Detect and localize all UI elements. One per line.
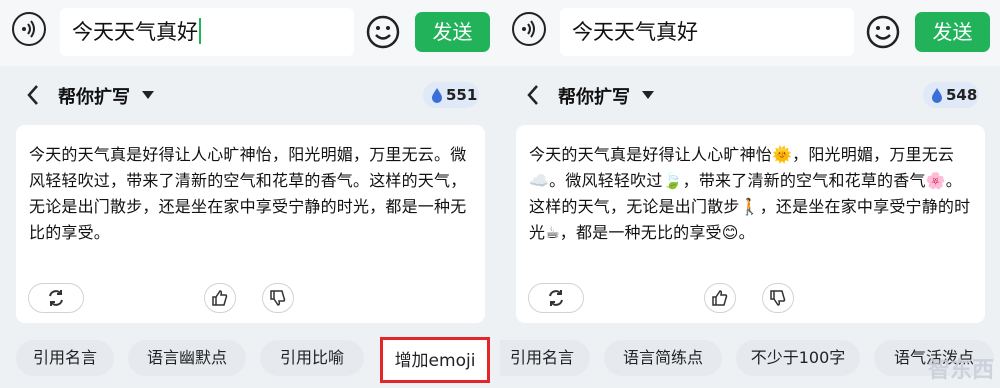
chip-humor[interactable]: 语言幽默点	[128, 340, 246, 376]
voice-icon	[22, 20, 35, 38]
drop-icon	[432, 88, 442, 103]
chip-metaphor[interactable]: 引用比喻	[260, 340, 364, 376]
thumbs-down-icon	[770, 290, 786, 306]
dislike-button[interactable]	[262, 283, 294, 313]
chip-quote[interactable]: 引用名言	[500, 340, 590, 376]
chip-add-emoji-highlighted[interactable]: 增加emoji	[380, 337, 490, 383]
result-text: 今天的天气真是好得让人心旷神怡，阳光明媚，万里无云。微风轻轻吹过，带来了清新的空…	[29, 145, 467, 242]
thumbs-up-icon	[212, 290, 228, 306]
result-text: 今天的天气真是好得让人心旷神怡🌞，阳光明媚，万里无云☁️。微风轻轻吹过🍃，带来了…	[529, 145, 971, 242]
voice-icon	[522, 20, 535, 38]
like-button[interactable]	[704, 283, 736, 313]
credit-count: 548	[946, 86, 978, 104]
back-chevron-icon[interactable]	[26, 84, 40, 106]
panel-title: 帮你扩写	[58, 87, 130, 108]
top-bar: 今天天气真好 发送	[0, 0, 500, 66]
panel-header: 帮你扩写 551	[0, 66, 500, 124]
credit-badge: 548	[923, 82, 979, 108]
smiley-icon[interactable]	[366, 15, 400, 49]
result-card: 今天的天气真是好得让人心旷神怡🌞，阳光明媚，万里无云☁️。微风轻轻吹过🍃，带来了…	[516, 125, 985, 323]
top-bar: 今天天气真好 发送	[500, 0, 1000, 66]
message-input[interactable]: 今天天气真好	[560, 8, 854, 56]
chip-concise[interactable]: 语言简练点	[604, 340, 722, 376]
thumbs-up-icon	[712, 290, 728, 306]
screen: 今天天气真好 发送 帮你扩写 551 今天的天气真是好得让人心旷神怡，阳光明媚，…	[0, 0, 1000, 388]
panel-header: 帮你扩写 548	[500, 66, 1000, 124]
chip-quote[interactable]: 引用名言	[16, 340, 114, 376]
text-caret	[199, 18, 201, 44]
dislike-button[interactable]	[762, 283, 794, 313]
voice-button[interactable]	[512, 12, 546, 46]
regenerate-button[interactable]	[28, 283, 84, 313]
input-text: 今天天气真好	[72, 20, 198, 44]
dropdown-caret-icon[interactable]	[642, 91, 654, 99]
panel-title: 帮你扩写	[558, 87, 630, 108]
back-chevron-icon[interactable]	[526, 84, 540, 106]
like-button[interactable]	[204, 283, 236, 313]
watermark: 智东西	[927, 358, 994, 383]
input-text: 今天天气真好	[572, 20, 698, 44]
chip-add-emoji-label: 增加emoji	[394, 351, 476, 371]
dropdown-caret-icon[interactable]	[142, 91, 154, 99]
refresh-icon	[549, 290, 563, 306]
message-input[interactable]: 今天天气真好	[60, 8, 354, 56]
regenerate-button[interactable]	[528, 283, 584, 313]
send-button[interactable]: 发送	[415, 12, 490, 52]
chip-min-100-words[interactable]: 不少于100字	[736, 340, 860, 376]
right-pane: 今天天气真好 发送 帮你扩写 548 今天的天气真是好得让人心旷神怡🌞，阳光明媚…	[500, 0, 1000, 388]
suggestion-chips: 引用名言 语言简练点 不少于100字 语气活泼点	[500, 340, 1000, 380]
credit-count: 551	[446, 86, 478, 104]
refresh-icon	[49, 290, 63, 306]
left-pane: 今天天气真好 发送 帮你扩写 551 今天的天气真是好得让人心旷神怡，阳光明媚，…	[0, 0, 500, 388]
voice-button[interactable]	[12, 12, 46, 46]
credit-badge: 551	[423, 82, 479, 108]
smiley-icon[interactable]	[866, 15, 900, 49]
result-card: 今天的天气真是好得让人心旷神怡，阳光明媚，万里无云。微风轻轻吹过，带来了清新的空…	[16, 125, 485, 323]
send-button[interactable]: 发送	[915, 12, 990, 52]
drop-icon	[932, 88, 942, 103]
thumbs-down-icon	[270, 290, 286, 306]
